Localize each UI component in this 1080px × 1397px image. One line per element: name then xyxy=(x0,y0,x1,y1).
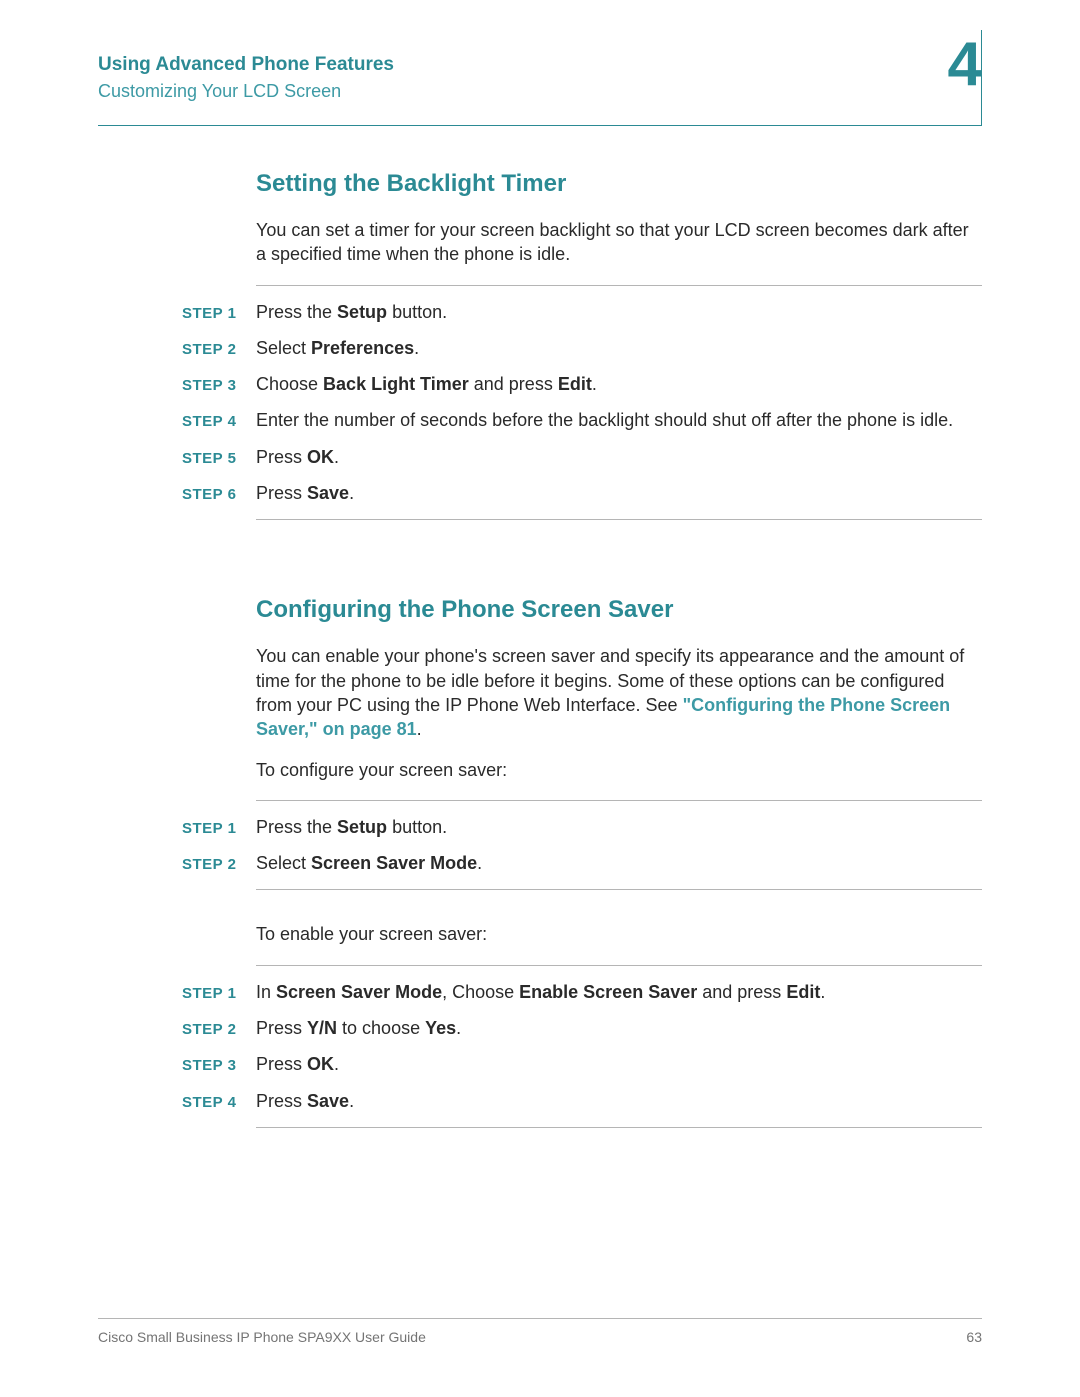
step-row: STEP 2Press Y/N to choose Yes. xyxy=(256,1016,982,1040)
step-text: Press Save. xyxy=(256,1089,982,1113)
step-row: STEP 2Select Screen Saver Mode. xyxy=(256,851,982,875)
lead-in-text: To enable your screen saver: xyxy=(256,922,982,946)
step-label: STEP 5 xyxy=(182,447,252,469)
step-text: Select Screen Saver Mode. xyxy=(256,851,982,875)
cross-ref-link[interactable]: "Configuring the Phone Screen Saver," on… xyxy=(256,695,950,739)
page: Using Advanced Phone Features Customizin… xyxy=(98,54,982,1204)
step-text: Press OK. xyxy=(256,445,982,469)
intro-paragraph: You can set a timer for your screen back… xyxy=(256,218,982,267)
page-footer: Cisco Small Business IP Phone SPA9XX Use… xyxy=(98,1318,982,1345)
step-label: STEP 4 xyxy=(182,1091,252,1113)
page-body: Setting the Backlight Timer You can set a… xyxy=(98,170,982,1204)
step-text: Enter the number of seconds before the b… xyxy=(256,408,982,432)
step-label: STEP 2 xyxy=(182,338,252,360)
step-text: Press the Setup button. xyxy=(256,300,982,324)
step-label: STEP 1 xyxy=(182,302,252,324)
chapter-title: Using Advanced Phone Features xyxy=(98,54,982,77)
step-text: Select Preferences. xyxy=(256,336,982,360)
step-label: STEP 1 xyxy=(182,817,252,839)
header-rule xyxy=(98,125,982,126)
step-row: STEP 3Choose Back Light Timer and press … xyxy=(256,372,982,396)
step-row: STEP 3Press OK. xyxy=(256,1052,982,1076)
step-row: STEP 1In Screen Saver Mode, Choose Enabl… xyxy=(256,980,982,1004)
step-text: Press OK. xyxy=(256,1052,982,1076)
step-text: Press Y/N to choose Yes. xyxy=(256,1016,982,1040)
step-label: STEP 1 xyxy=(182,982,252,1004)
step-row: STEP 4Press Save. xyxy=(256,1089,982,1113)
step-row: STEP 6Press Save. xyxy=(256,481,982,505)
step-row: STEP 5Press OK. xyxy=(256,445,982,469)
steps-block: STEP 1In Screen Saver Mode, Choose Enabl… xyxy=(256,965,982,1128)
step-label: STEP 2 xyxy=(182,853,252,875)
section-heading: Configuring the Phone Screen Saver xyxy=(256,596,982,624)
footer-doc-title: Cisco Small Business IP Phone SPA9XX Use… xyxy=(98,1329,426,1345)
step-label: STEP 3 xyxy=(182,374,252,396)
step-text: In Screen Saver Mode, Choose Enable Scre… xyxy=(256,980,982,1004)
steps-block: STEP 1Press the Setup button. STEP 2Selec… xyxy=(256,800,982,891)
page-header: Using Advanced Phone Features Customizin… xyxy=(98,54,982,126)
step-row: STEP 1Press the Setup button. xyxy=(256,815,982,839)
lead-in-text: To configure your screen saver: xyxy=(256,758,982,782)
step-label: STEP 4 xyxy=(182,410,252,432)
step-label: STEP 6 xyxy=(182,483,252,505)
step-text: Press the Setup button. xyxy=(256,815,982,839)
steps-block: STEP 1Press the Setup button. STEP 2Selec… xyxy=(256,285,982,521)
footer-page-number: 63 xyxy=(966,1329,982,1345)
chapter-number: 4 xyxy=(948,34,982,96)
step-text: Press Save. xyxy=(256,481,982,505)
section-heading: Setting the Backlight Timer xyxy=(256,170,982,198)
step-row: STEP 1Press the Setup button. xyxy=(256,300,982,324)
step-label: STEP 2 xyxy=(182,1018,252,1040)
section-path: Customizing Your LCD Screen xyxy=(98,81,982,102)
intro-paragraph: You can enable your phone's screen saver… xyxy=(256,644,982,741)
step-row: STEP 4Enter the number of seconds before… xyxy=(256,408,982,432)
step-label: STEP 3 xyxy=(182,1054,252,1076)
step-text: Choose Back Light Timer and press Edit. xyxy=(256,372,982,396)
step-row: STEP 2Select Preferences. xyxy=(256,336,982,360)
